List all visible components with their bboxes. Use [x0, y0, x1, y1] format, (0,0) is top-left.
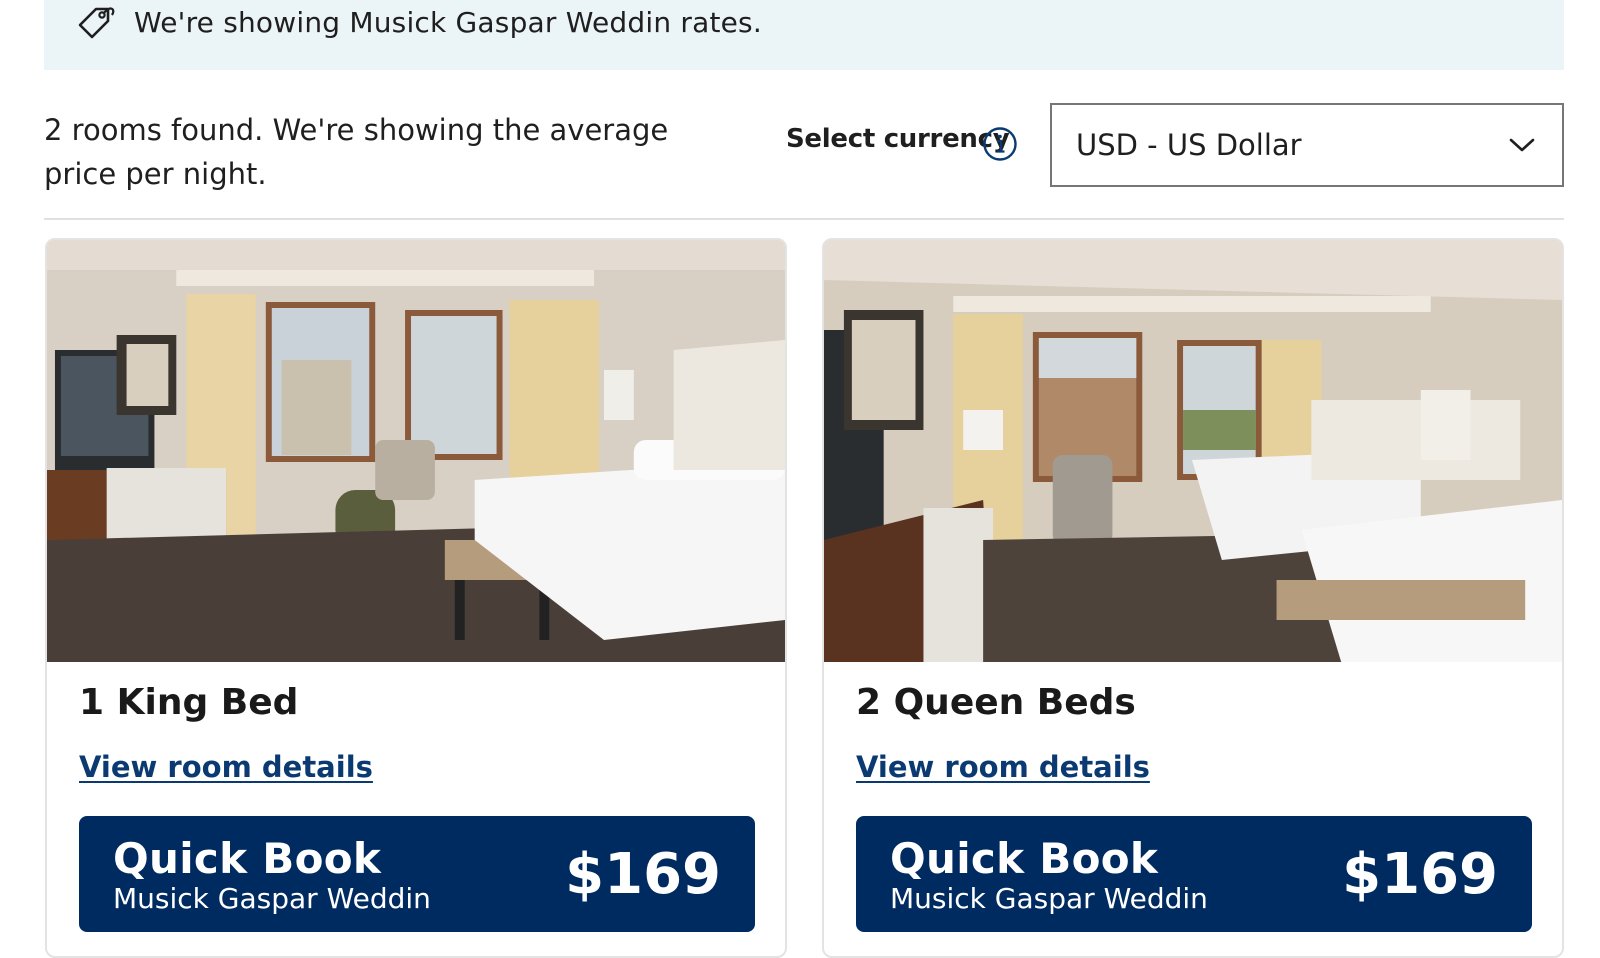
divider — [44, 218, 1564, 220]
view-room-details-link[interactable]: View room details — [79, 750, 373, 784]
room-title: 1 King Bed — [79, 682, 299, 723]
rate-banner: We're showing Musick Gaspar Weddin rates… — [44, 0, 1564, 70]
quick-book-button[interactable]: Quick Book Musick Gaspar Weddin $169 — [79, 816, 755, 932]
quick-book-label: Quick Book — [113, 834, 382, 883]
banner-text: We're showing Musick Gaspar Weddin rates… — [134, 5, 762, 39]
room-photo[interactable] — [47, 240, 785, 662]
room-price: $169 — [1342, 842, 1498, 907]
room-card: 1 King Bed View room details Quick Book … — [45, 238, 787, 958]
room-title: 2 Queen Beds — [856, 682, 1136, 723]
currency-label: Select currency — [786, 124, 1010, 154]
quick-book-label: Quick Book — [890, 834, 1159, 883]
room-photo[interactable] — [824, 240, 1562, 662]
room-card: 2 Queen Beds View room details Quick Boo… — [822, 238, 1564, 958]
currency-select[interactable]: USD - US Dollar — [1050, 103, 1564, 187]
price-tag-icon — [78, 7, 115, 39]
currency-selected-value: USD - US Dollar — [1076, 128, 1302, 162]
info-icon[interactable] — [982, 126, 1018, 162]
quick-book-button[interactable]: Quick Book Musick Gaspar Weddin $169 — [856, 816, 1532, 932]
chevron-down-icon — [1509, 138, 1535, 152]
rate-name: Musick Gaspar Weddin — [890, 882, 1208, 915]
view-room-details-link[interactable]: View room details — [856, 750, 1150, 784]
rate-name: Musick Gaspar Weddin — [113, 882, 431, 915]
results-summary: 2 rooms found. We're showing the average… — [44, 113, 669, 191]
room-price: $169 — [565, 842, 721, 907]
